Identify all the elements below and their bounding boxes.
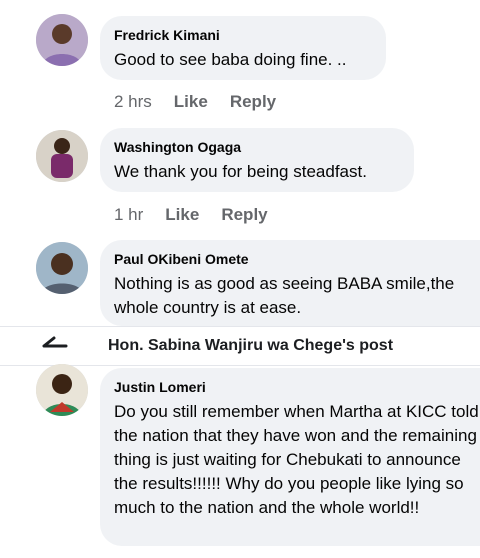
comment-bubble: Fredrick Kimani Good to see baba doing f… [100,16,386,80]
comment-author[interactable]: Paul OKibeni Omete [114,250,480,268]
reply-button[interactable]: Reply [230,92,276,112]
avatar-photo-icon [36,14,88,66]
post-title: Hon. Sabina Wanjiru wa Chege's post [108,337,394,354]
like-button[interactable]: Like [174,92,208,112]
comment-bubble: Justin Lomeri Do you still remember when… [100,368,480,546]
comment-bubble: Washington Ogaga We thank you for being … [100,128,414,192]
comment-text: We thank you for being steadfast. [114,162,367,181]
comment-actions: 1 hr Like Reply [114,205,268,225]
comment-author[interactable]: Justin Lomeri [114,378,480,396]
avatar[interactable] [36,242,88,294]
avatar[interactable] [36,14,88,66]
comment-author[interactable]: Fredrick Kimani [114,26,372,44]
comment-text: Good to see baba doing fine. .. [114,50,347,69]
back-arrow-icon[interactable] [42,335,68,357]
comment-time[interactable]: 1 hr [114,205,143,225]
avatar-photo-icon [36,242,88,294]
avatar[interactable] [36,364,88,416]
comment-actions: 2 hrs Like Reply [114,92,276,112]
like-button[interactable]: Like [165,205,199,225]
comment-bubble: Paul OKibeni Omete Nothing is as good as… [100,240,480,326]
comment-time[interactable]: 2 hrs [114,92,152,112]
avatar-photo-icon [36,364,88,416]
reply-button[interactable]: Reply [221,205,267,225]
comment-text: Do you still remember when Martha at KIC… [114,402,479,517]
avatar[interactable] [36,130,88,182]
post-header-bar: Hon. Sabina Wanjiru wa Chege's post [0,326,480,366]
avatar-photo-icon [36,130,88,182]
comment-text: Nothing is as good as seeing BABA smile,… [114,274,455,317]
comment-author[interactable]: Washington Ogaga [114,138,400,156]
